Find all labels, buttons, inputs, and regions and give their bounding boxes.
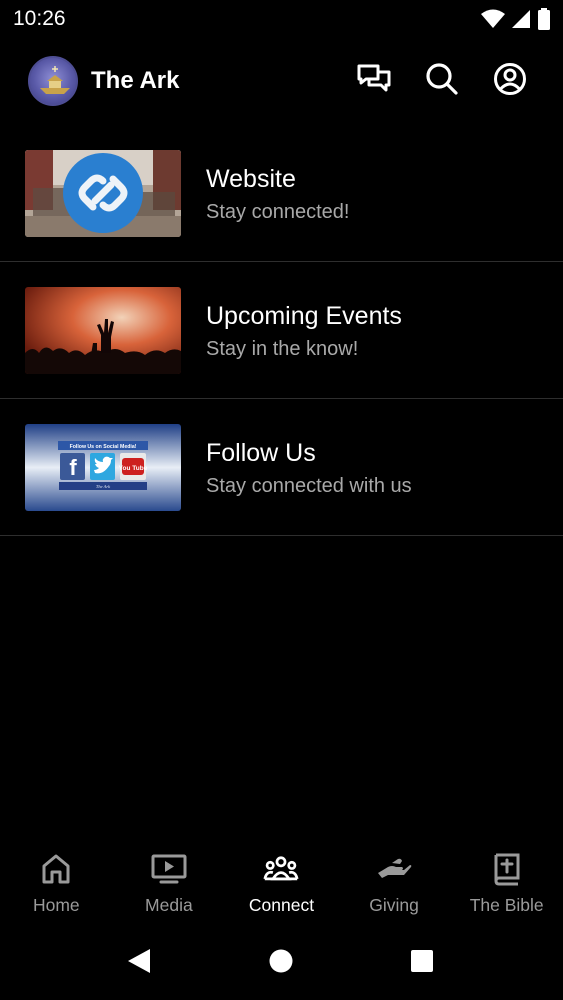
status-time: 10:26: [13, 7, 66, 30]
list-item-upcoming-events[interactable]: Upcoming Events Stay in the know!: [0, 262, 563, 399]
item-title: Upcoming Events: [206, 302, 402, 330]
wifi-icon: [481, 9, 505, 34]
recents-icon: [409, 948, 435, 979]
youtube-logo: You Tube: [119, 465, 148, 472]
nav-label: Home: [32, 895, 80, 915]
item-title: Follow Us: [206, 439, 316, 467]
status-bar: 10:26: [0, 0, 563, 38]
home-system-button[interactable]: [267, 949, 295, 977]
chat-button[interactable]: [357, 64, 391, 98]
item-subtitle: Stay connected!: [206, 201, 350, 223]
status-icons: [481, 8, 551, 35]
back-icon: [126, 947, 152, 980]
app-header: The Ark: [0, 50, 563, 114]
home-icon: [38, 851, 74, 887]
nav-label: The Bible: [469, 895, 544, 915]
system-nav: [0, 935, 563, 990]
signal-icon: [511, 9, 531, 34]
facebook-logo: f: [69, 455, 77, 480]
nav-item-giving[interactable]: Giving: [338, 845, 451, 925]
list-item-follow-us[interactable]: Follow Us on Social Media! f You Tube Th…: [0, 399, 563, 536]
header-actions: [357, 62, 527, 101]
nav-label: Media: [145, 895, 193, 915]
bottom-nav: Home Media Connect Giving The Bible: [0, 845, 563, 925]
banner-heading: Follow Us on Social Media!: [70, 444, 137, 450]
nav-item-home[interactable]: Home: [0, 845, 113, 925]
connect-list: Website Stay connected! Upcoming Events …: [0, 125, 563, 536]
battery-icon: [537, 8, 551, 35]
app-title: The Ark: [91, 67, 180, 94]
home-circle-icon: [268, 948, 294, 979]
nav-item-media[interactable]: Media: [113, 845, 226, 925]
link-chain-image: [25, 150, 181, 237]
worship-crowd-image: [25, 287, 181, 374]
list-item-website[interactable]: Website Stay connected!: [0, 125, 563, 262]
account-button[interactable]: [493, 62, 527, 101]
nav-item-connect[interactable]: Connect: [225, 845, 338, 925]
hand-giving-icon: [376, 851, 412, 887]
nav-label: Giving: [369, 895, 419, 915]
banner-footer: The Ark: [96, 484, 111, 489]
chat-icon: [357, 63, 391, 100]
recents-button[interactable]: [408, 949, 436, 977]
church-logo[interactable]: [28, 56, 78, 106]
item-subtitle: Stay in the know!: [206, 338, 359, 360]
search-button[interactable]: [425, 62, 459, 101]
item-subtitle: Stay connected with us: [206, 475, 412, 497]
item-title: Website: [206, 165, 296, 193]
account-icon: [493, 62, 527, 101]
back-button[interactable]: [125, 947, 153, 980]
people-group-icon: [263, 851, 300, 887]
search-icon: [425, 62, 459, 101]
bible-icon: [489, 851, 525, 887]
nav-label: Connect: [248, 895, 315, 915]
media-play-icon: [151, 851, 187, 887]
social-media-banner: Follow Us on Social Media! f You Tube Th…: [25, 424, 181, 511]
nav-item-the-bible[interactable]: The Bible: [450, 845, 563, 925]
